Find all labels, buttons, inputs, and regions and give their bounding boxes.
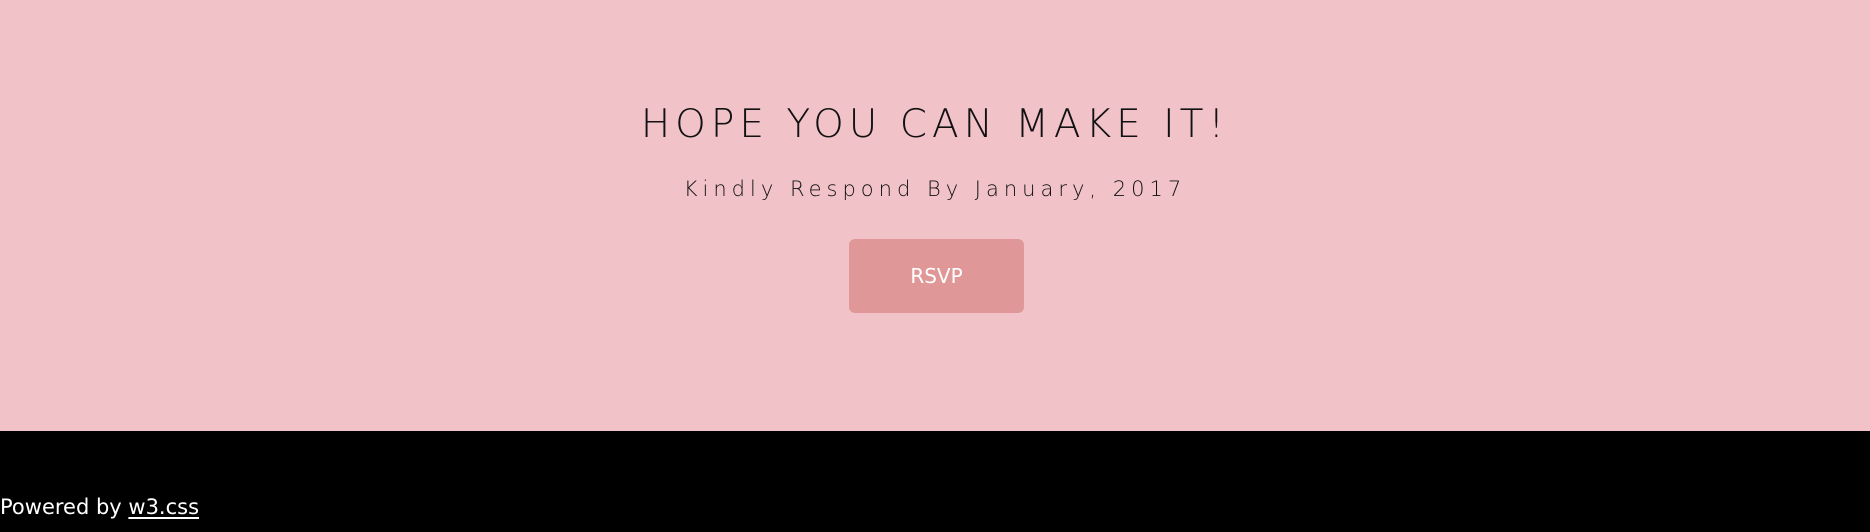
respond-by-text: Kindly Respond By January, 2017 xyxy=(683,177,1187,201)
footer-prefix: Powered by xyxy=(0,495,129,519)
rsvp-button[interactable]: RSVP xyxy=(849,239,1024,313)
page-title: HOPE YOU CAN MAKE IT! xyxy=(640,102,1230,147)
rsvp-section: HOPE YOU CAN MAKE IT! Kindly Respond By … xyxy=(0,0,1870,431)
w3css-link[interactable]: w3.css xyxy=(128,495,199,519)
footer-credit: Powered by w3.css xyxy=(0,493,1870,521)
